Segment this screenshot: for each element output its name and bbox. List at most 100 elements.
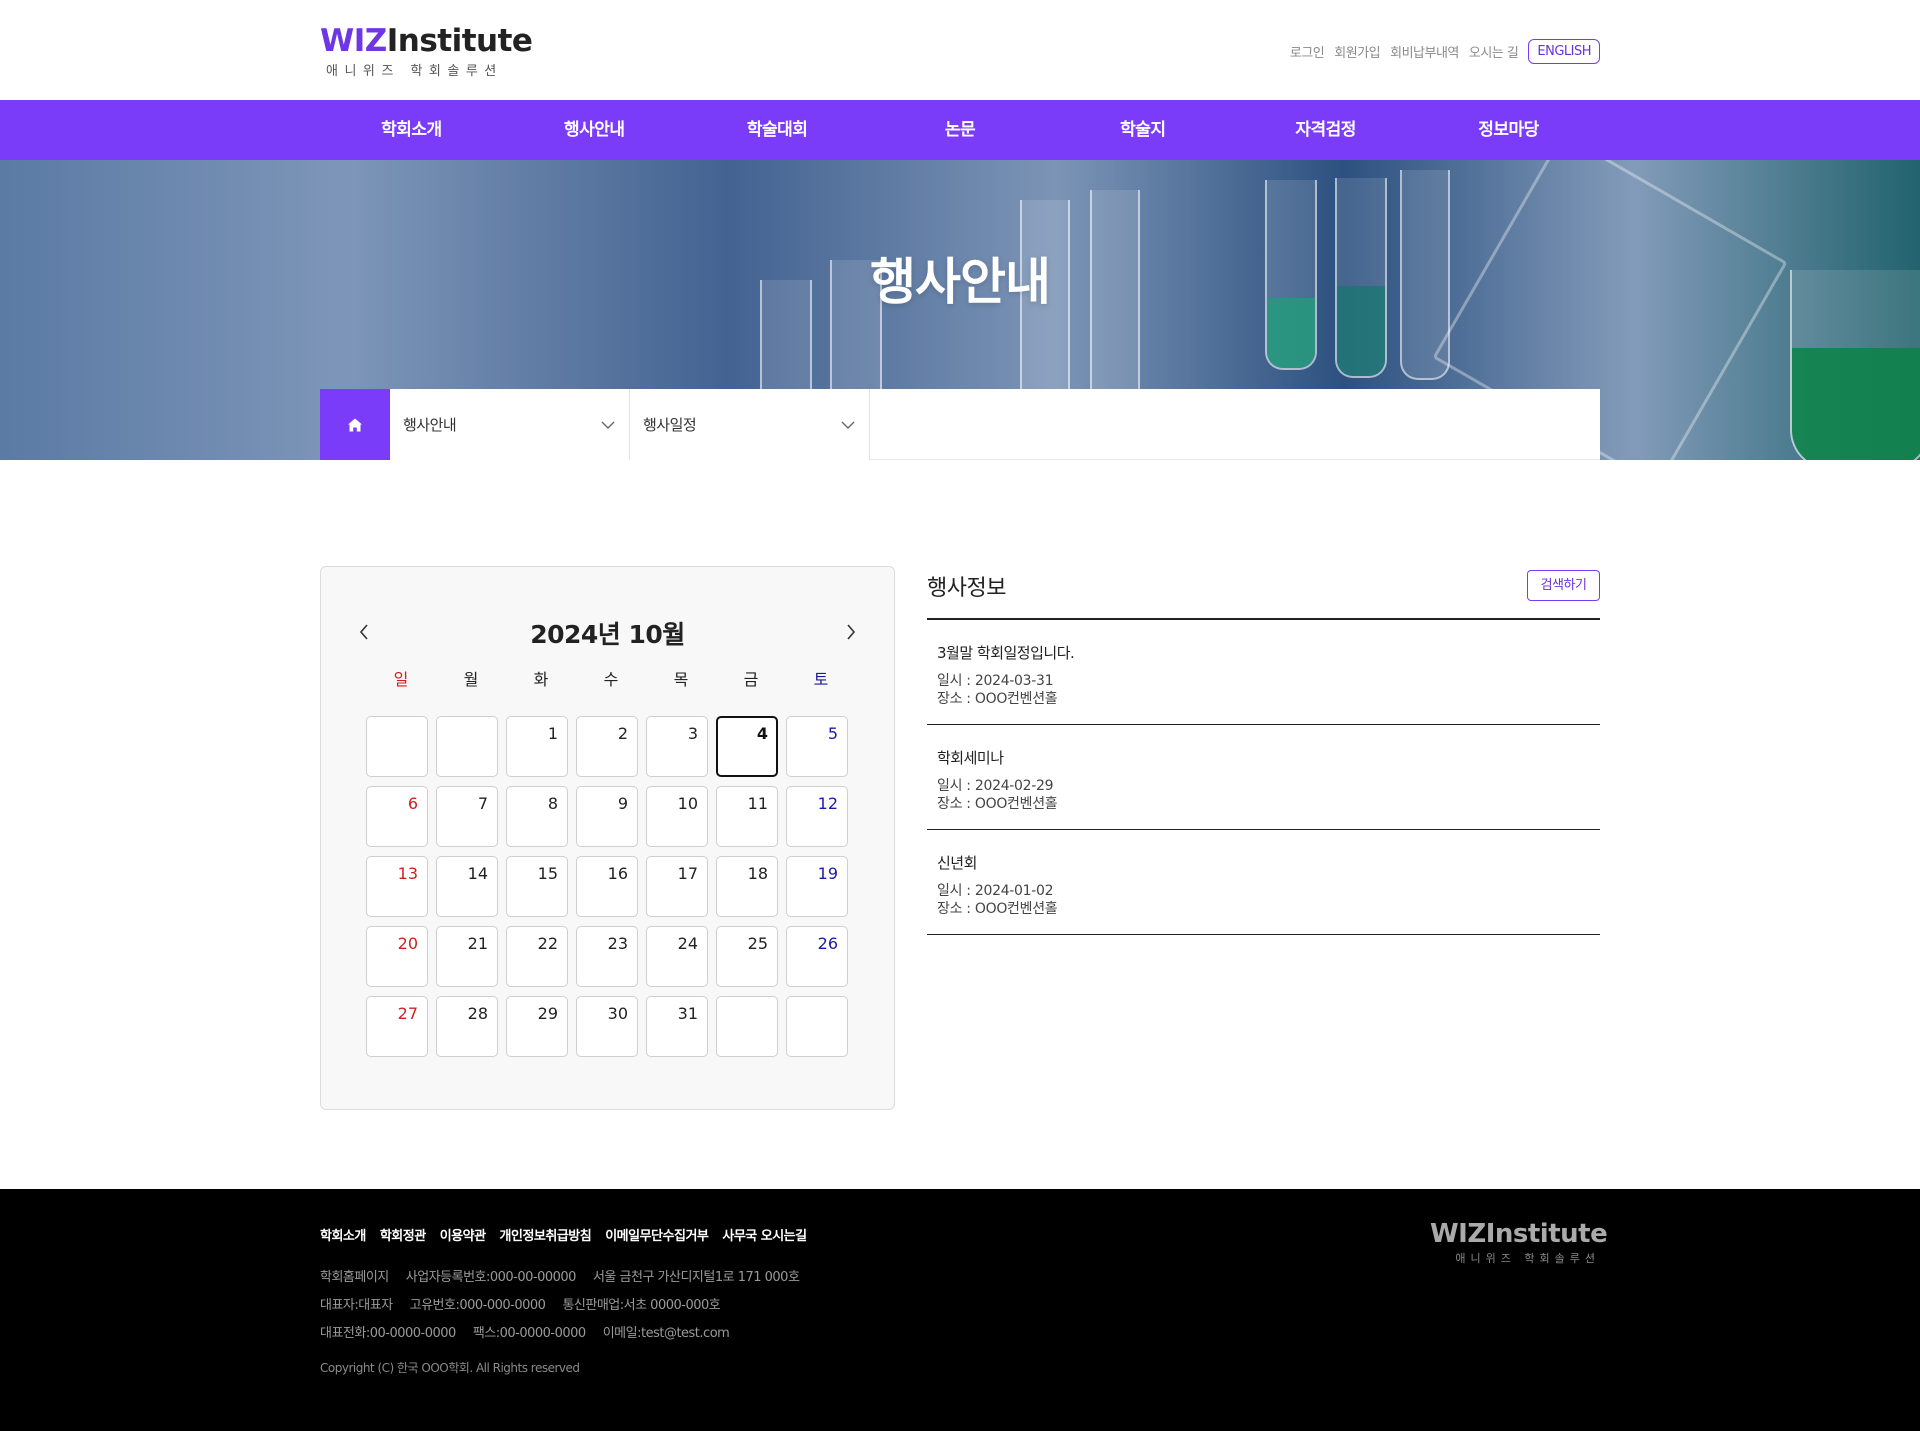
calendar-day[interactable]: 22 bbox=[506, 926, 568, 987]
event-info-title: 행사정보 bbox=[927, 576, 1006, 601]
footer-info: 이메일:test@test.com bbox=[602, 1326, 730, 1341]
footer-link-about[interactable]: 학회소개 bbox=[320, 1225, 366, 1244]
calendar-day[interactable]: 30 bbox=[576, 996, 638, 1057]
main-navigation: 학회소개 행사안내 학술대회 논문 학술지 자격검정 정보마당 bbox=[0, 100, 1920, 160]
calendar-day[interactable]: 18 bbox=[716, 856, 778, 917]
footer-info: 학회홈페이지 bbox=[320, 1270, 389, 1285]
calendar-day[interactable]: 28 bbox=[436, 996, 498, 1057]
event-title: 3월말 학회일정입니다. bbox=[937, 644, 1075, 662]
event-date: 일시 : 2024-01-02 bbox=[937, 883, 1054, 899]
calendar-day[interactable]: 23 bbox=[576, 926, 638, 987]
footer-logo-text: WIZInstitute bbox=[1430, 1219, 1608, 1249]
dropdown-label: 행사안내 bbox=[403, 416, 457, 434]
beaker-liquid bbox=[1792, 348, 1920, 460]
calendar-day[interactable]: 7 bbox=[436, 786, 498, 847]
event-item[interactable]: 신년회 일시 : 2024-01-02 장소 : OOO컨벤션홀 bbox=[927, 830, 1600, 935]
footer-link-directions[interactable]: 사무국 오시는길 bbox=[722, 1225, 807, 1244]
calendar-day[interactable]: 8 bbox=[506, 786, 568, 847]
calendar-day[interactable]: 2 bbox=[576, 716, 638, 777]
calendar-day[interactable]: 12 bbox=[786, 786, 848, 847]
fee-history-link[interactable]: 회비납부내역 bbox=[1390, 42, 1459, 61]
calendar-day[interactable]: 10 bbox=[646, 786, 708, 847]
calendar-header: 2024년 10월 bbox=[321, 611, 894, 651]
calendar-day[interactable]: 21 bbox=[436, 926, 498, 987]
calendar-day[interactable]: 24 bbox=[646, 926, 708, 987]
nav-item-events[interactable]: 행사안내 bbox=[503, 100, 686, 160]
calendar-day[interactable]: 15 bbox=[506, 856, 568, 917]
login-link[interactable]: 로그인 bbox=[1290, 42, 1325, 61]
location-dropdown-depth1[interactable]: 행사안내 bbox=[390, 389, 630, 460]
english-button[interactable]: ENGLISH bbox=[1528, 38, 1600, 64]
event-item[interactable]: 학회세미나 일시 : 2024-02-29 장소 : OOO컨벤션홀 bbox=[927, 725, 1600, 830]
calendar-day-empty bbox=[436, 716, 498, 777]
search-button[interactable]: 검색하기 bbox=[1527, 570, 1600, 601]
footer-link-terms[interactable]: 이용약관 bbox=[440, 1225, 486, 1244]
weekday-wed: 수 bbox=[603, 670, 619, 689]
weekday-mon: 월 bbox=[463, 670, 479, 689]
calendar-day[interactable]: 14 bbox=[436, 856, 498, 917]
calendar-day[interactable]: 1 bbox=[506, 716, 568, 777]
calendar-day[interactable]: 3 bbox=[646, 716, 708, 777]
footer-info: 대표전화:00-0000-0000 bbox=[320, 1326, 456, 1341]
nav-item-info[interactable]: 정보마당 bbox=[1417, 100, 1600, 160]
location-dropdown-depth2[interactable]: 행사일정 bbox=[630, 389, 870, 460]
footer-logo-brand-b: Institute bbox=[1485, 1219, 1608, 1249]
weekday-tue: 화 bbox=[533, 670, 549, 689]
event-date: 일시 : 2024-02-29 bbox=[937, 778, 1054, 794]
weekday-header: 일 월 화 수 목 금 토 bbox=[366, 666, 856, 690]
chevron-down-icon bbox=[601, 421, 615, 429]
calendar-day[interactable]: 9 bbox=[576, 786, 638, 847]
event-place: 장소 : OOO컨벤션홀 bbox=[937, 796, 1058, 812]
footer-link-privacy[interactable]: 개인정보취급방침 bbox=[500, 1225, 592, 1244]
weekday-thu: 목 bbox=[673, 670, 689, 689]
footer-info: 대표자:대표자 bbox=[320, 1298, 393, 1313]
calendar-day[interactable]: 17 bbox=[646, 856, 708, 917]
calendar-day-empty bbox=[716, 996, 778, 1057]
calendar-day[interactable]: 11 bbox=[716, 786, 778, 847]
footer-info-row: 학회홈페이지 사업자등록번호:000-00-00000 서울 금천구 가산디지털… bbox=[320, 1266, 816, 1285]
calendar-day[interactable]: 31 bbox=[646, 996, 708, 1057]
nav-item-journal[interactable]: 학술지 bbox=[1051, 100, 1234, 160]
logo-text: WIZInstitute bbox=[320, 23, 533, 59]
nav-item-certification[interactable]: 자격검정 bbox=[1234, 100, 1417, 160]
logo-brand-a: WIZ bbox=[320, 23, 387, 59]
event-calendar: 2024년 10월 일 월 화 수 목 금 토 1 2 3 4 5 6 7 8 9 10 11 12 1… bbox=[320, 566, 895, 1110]
calendar-day[interactable]: 6 bbox=[366, 786, 428, 847]
calendar-grid: 1 2 3 4 5 6 7 8 9 10 11 12 13 14 15 16 17 18 19 20 21 22 23 24 2… bbox=[366, 716, 856, 1057]
calendar-day[interactable]: 13 bbox=[366, 856, 428, 917]
calendar-day[interactable]: 16 bbox=[576, 856, 638, 917]
calendar-day[interactable]: 26 bbox=[786, 926, 848, 987]
site-header: WIZInstitute 애니위즈 학회솔루션 로그인 회원가입 회비납부내역 … bbox=[0, 0, 1920, 100]
calendar-day[interactable]: 19 bbox=[786, 856, 848, 917]
footer-info: 고유번호:000-000-0000 bbox=[409, 1298, 546, 1313]
calendar-day[interactable]: 5 bbox=[786, 716, 848, 777]
directions-link[interactable]: 오시는 길 bbox=[1469, 42, 1519, 61]
nav-item-papers[interactable]: 논문 bbox=[869, 100, 1052, 160]
signup-link[interactable]: 회원가입 bbox=[1334, 42, 1380, 61]
home-button[interactable] bbox=[320, 389, 390, 460]
footer-info-row: 대표전화:00-0000-0000 팩스:00-0000-0000 이메일:te… bbox=[320, 1322, 746, 1341]
calendar-day[interactable]: 4 bbox=[716, 716, 778, 777]
footer-link-bylaws[interactable]: 학회정관 bbox=[380, 1225, 426, 1244]
calendar-day[interactable]: 25 bbox=[716, 926, 778, 987]
calendar-day-empty bbox=[366, 716, 428, 777]
event-place: 장소 : OOO컨벤션홀 bbox=[937, 901, 1058, 917]
footer-links: 학회소개 학회정관 이용약관 개인정보취급방침 이메일무단수집거부 사무국 오시… bbox=[320, 1225, 821, 1244]
logo-subtitle: 애니위즈 학회솔루션 bbox=[326, 64, 503, 79]
calendar-day[interactable]: 27 bbox=[366, 996, 428, 1057]
footer-info: 사업자등록번호:000-00-00000 bbox=[405, 1270, 577, 1285]
weekday-fri: 금 bbox=[743, 670, 759, 689]
weekday-sun: 일 bbox=[393, 670, 409, 689]
dropdown-label: 행사일정 bbox=[643, 416, 697, 434]
logo-brand-b: Institute bbox=[386, 23, 533, 59]
calendar-day[interactable]: 29 bbox=[506, 996, 568, 1057]
next-month-button[interactable] bbox=[838, 619, 864, 645]
calendar-day[interactable]: 20 bbox=[366, 926, 428, 987]
event-info-header: 행사정보 검색하기 bbox=[927, 566, 1600, 620]
nav-item-about[interactable]: 학회소개 bbox=[320, 100, 503, 160]
event-item[interactable]: 3월말 학회일정입니다. 일시 : 2024-03-31 장소 : OOO컨벤션… bbox=[927, 620, 1600, 725]
copyright: Copyright (C) 한국 OOO학회. All Rights reser… bbox=[320, 1361, 580, 1375]
footer-link-email-policy[interactable]: 이메일무단수집거부 bbox=[605, 1225, 709, 1244]
nav-item-conference[interactable]: 학술대회 bbox=[686, 100, 869, 160]
site-logo[interactable]: WIZInstitute 애니위즈 학회솔루션 bbox=[320, 23, 533, 79]
